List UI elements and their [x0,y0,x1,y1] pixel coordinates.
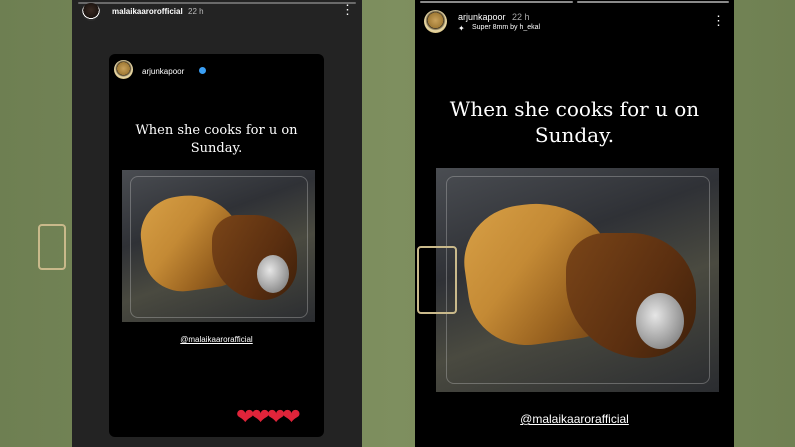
story-username[interactable]: arjunkapoor [458,12,506,22]
story-caption: When she cooks for u on Sunday. [449,97,700,147]
music-sparkle-icon: ✦ [458,24,465,33]
avatar[interactable] [114,60,133,79]
story-progress-bars [420,1,729,3]
right-story-panel: arjunkapoor 22 h ✦ Super 8mm by h_ekal ⋮… [415,0,734,447]
music-label[interactable]: Super 8mm by h_ekal [472,24,540,31]
avatar[interactable] [424,10,447,33]
mention-link[interactable]: @malaikaarorafficial [109,335,324,344]
tag-box [38,224,66,270]
story-time: 22 h [188,7,204,16]
verified-badge-icon [199,67,206,74]
more-vertical-icon[interactable]: ⋮ [712,14,725,27]
spoon [636,293,684,349]
shared-post-card[interactable]: arjunkapoor When she cooks for u on Sund… [109,54,324,437]
left-story-panel: malaikaarorofficial 22 h ⋮ arjunkapoor W… [72,0,362,447]
food-image [122,170,315,322]
avatar[interactable] [82,3,100,21]
story-username[interactable]: malaikaarorofficial [112,7,183,16]
story-progress-bar [78,2,356,4]
more-vertical-icon[interactable]: ⋮ [341,3,354,16]
food-image [436,168,719,392]
story-time: 22 h [512,12,530,22]
spoon [257,255,289,293]
shared-post-username[interactable]: arjunkapoor [142,67,184,76]
tag-box [417,246,457,314]
story-caption: When she cooks for u on Sunday. [135,123,298,156]
heart-emoji-sticker: ❤❤❤❤ [236,404,301,429]
mention-link[interactable]: @malaikaarorafficial [415,412,734,426]
